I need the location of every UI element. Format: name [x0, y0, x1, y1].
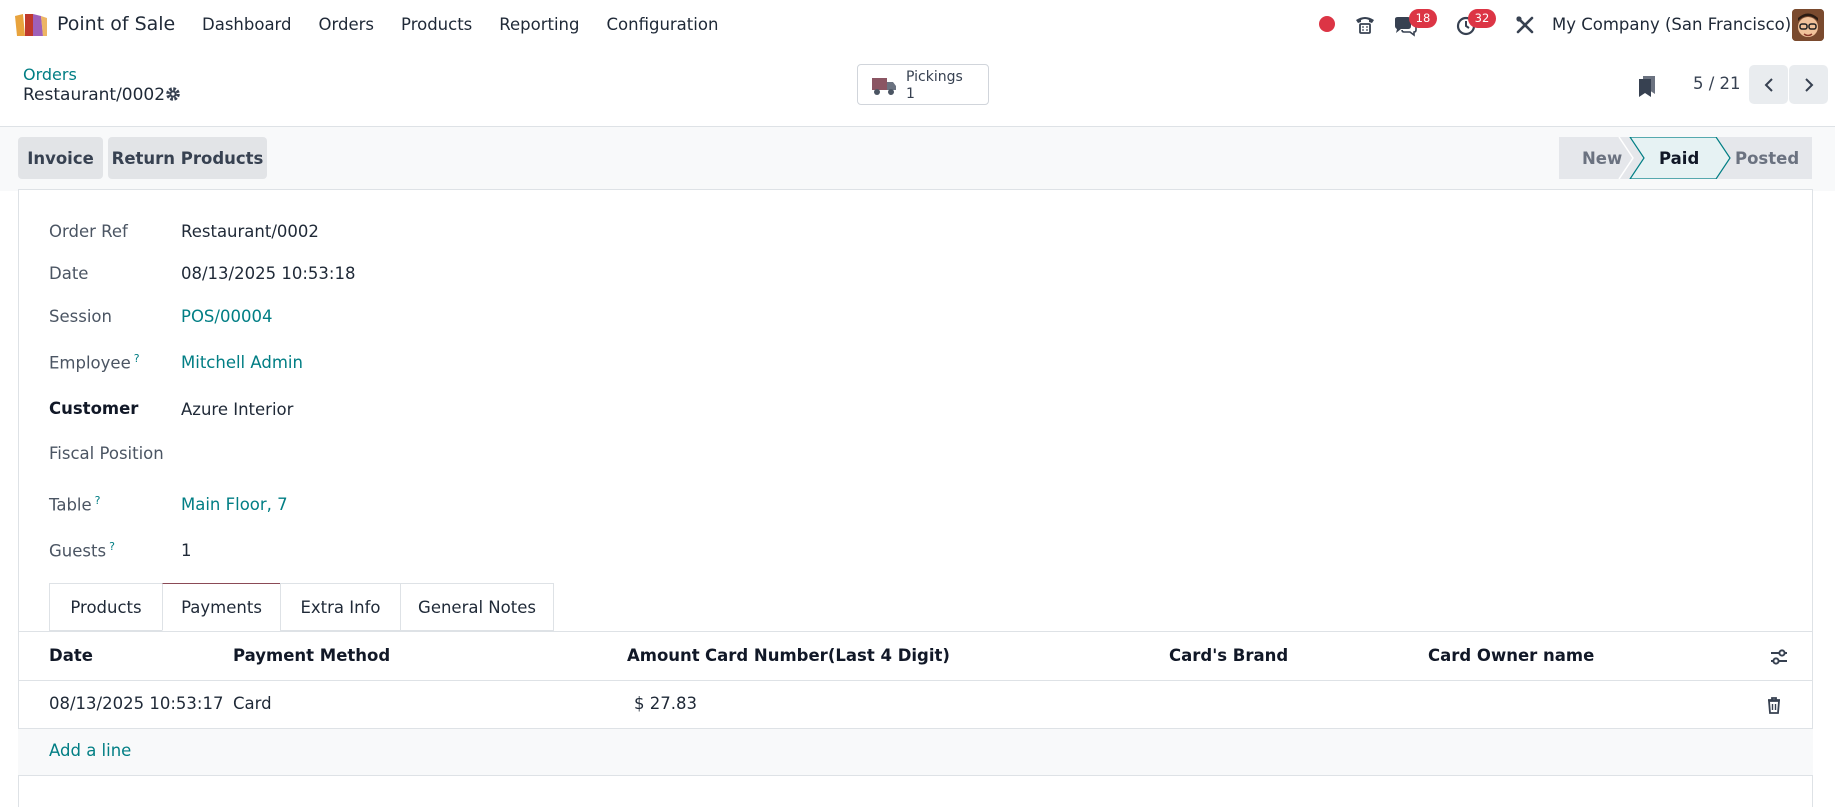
employee-label: Employee?: [49, 352, 140, 373]
help-tooltip-icon[interactable]: ?: [109, 540, 115, 553]
user-avatar-icon: [1792, 9, 1824, 41]
tab-products[interactable]: Products: [49, 583, 162, 631]
column-payment-method[interactable]: Payment Method: [233, 646, 390, 665]
help-tooltip-icon[interactable]: ?: [134, 352, 140, 365]
employee-label-text: Employee: [49, 353, 131, 373]
record-title: Restaurant/0002: [23, 85, 166, 105]
payment-amount-cell: $ 27.83: [634, 694, 697, 713]
notebook-tabs: Products Payments Extra Info General Not…: [49, 583, 554, 631]
chevron-right-icon: [1804, 77, 1813, 92]
recording-indicator-icon[interactable]: [1319, 16, 1335, 32]
menu-orders[interactable]: Orders: [319, 15, 375, 34]
truck-icon: [872, 78, 896, 95]
session-link[interactable]: POS/00004: [181, 307, 272, 326]
app-name[interactable]: Point of Sale: [57, 13, 175, 35]
user-avatar[interactable]: [1792, 9, 1824, 41]
company-switcher[interactable]: My Company (San Francisco): [1552, 15, 1791, 34]
invoice-button[interactable]: Invoice: [18, 137, 103, 179]
pickings-count: 1: [906, 86, 915, 102]
phone-icon[interactable]: [1354, 14, 1376, 36]
pickings-smart-button[interactable]: Pickings 1: [857, 64, 989, 105]
chevron-left-icon: [1764, 77, 1773, 92]
gear-icon[interactable]: [164, 85, 182, 103]
guests-label-text: Guests: [49, 541, 107, 561]
customer-field[interactable]: Azure Interior: [181, 400, 293, 419]
tab-general-notes[interactable]: General Notes: [400, 583, 554, 631]
trash-icon[interactable]: [1766, 696, 1782, 714]
optional-columns-toggle-icon[interactable]: [1769, 648, 1789, 666]
column-card-owner[interactable]: Card Owner name: [1428, 646, 1594, 665]
table-link[interactable]: Main Floor, 7: [181, 495, 288, 514]
table-label-text: Table: [49, 495, 92, 515]
pos-app-logo-icon[interactable]: [13, 12, 49, 38]
table-header-divider: [18, 680, 1813, 681]
debug-tools-icon[interactable]: [1515, 15, 1535, 35]
employee-link[interactable]: Mitchell Admin: [181, 353, 303, 372]
menu-reporting[interactable]: Reporting: [499, 15, 579, 34]
menu-dashboard[interactable]: Dashboard: [202, 15, 292, 34]
pickings-label: Pickings: [906, 69, 963, 85]
bookmark-icon[interactable]: [1638, 75, 1656, 97]
pager-next-button[interactable]: [1789, 65, 1828, 104]
return-products-button[interactable]: Return Products: [108, 137, 267, 179]
add-line-button[interactable]: Add a line: [49, 741, 131, 760]
status-posted[interactable]: Posted: [1735, 137, 1799, 179]
breadcrumb-orders[interactable]: Orders: [23, 65, 77, 84]
pager-previous-button[interactable]: [1749, 65, 1788, 104]
tab-payments[interactable]: Payments: [162, 583, 280, 631]
table-label: Table?: [49, 494, 101, 515]
menu-configuration[interactable]: Configuration: [607, 15, 719, 34]
help-tooltip-icon[interactable]: ?: [95, 494, 101, 507]
top-navbar: Point of Sale Dashboard Orders Products …: [0, 0, 1835, 50]
customer-label: Customer: [49, 399, 139, 418]
column-amount[interactable]: Amount: [627, 646, 700, 665]
menu-products[interactable]: Products: [401, 15, 472, 34]
payment-date-cell: 08/13/2025 10:53:17: [49, 694, 224, 713]
tab-extra-info[interactable]: Extra Info: [280, 583, 400, 631]
status-new[interactable]: New: [1582, 137, 1622, 179]
main-menu: Dashboard Orders Products Reporting Conf…: [202, 15, 745, 34]
column-card-number[interactable]: Card Number(Last 4 Digit): [705, 646, 950, 665]
tabs-divider: [18, 631, 1813, 632]
guests-value: 1: [181, 541, 192, 560]
pager-value[interactable]: 5 / 21: [1693, 74, 1741, 93]
fiscal-position-label: Fiscal Position: [49, 444, 164, 463]
order-ref-label: Order Ref: [49, 222, 128, 241]
activities-count-badge: 32: [1468, 9, 1496, 28]
add-line-row: [18, 729, 1813, 775]
status-pipeline: New Paid Posted: [1559, 137, 1812, 179]
session-label: Session: [49, 307, 112, 326]
table-footer-divider: [18, 775, 1813, 776]
column-date[interactable]: Date: [49, 646, 93, 665]
order-ref-value: Restaurant/0002: [181, 222, 319, 241]
status-paid: Paid: [1659, 148, 1700, 168]
date-label: Date: [49, 264, 89, 283]
payment-method-cell: Card: [233, 694, 272, 713]
column-card-brand[interactable]: Card's Brand: [1169, 646, 1288, 665]
messages-count-badge: 18: [1409, 9, 1437, 28]
guests-label: Guests?: [49, 540, 115, 561]
date-value: 08/13/2025 10:53:18: [181, 264, 356, 283]
